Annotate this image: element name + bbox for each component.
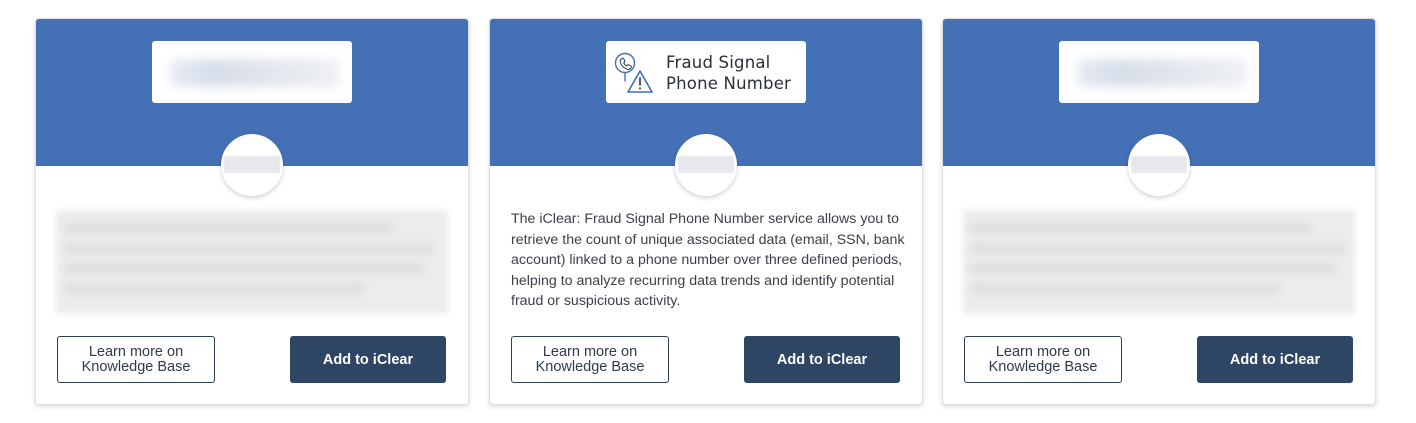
learn-more-button[interactable]: Learn more on Knowledge Base [964,336,1122,383]
service-avatar [221,134,283,196]
add-to-iclear-button[interactable]: Add to iClear [744,336,900,383]
blurred-description [56,210,448,314]
service-logo: Fraud Signal Phone Number [606,41,806,103]
service-card-1: Learn more on Knowledge Base Add to iCle… [35,18,469,405]
service-logo-title: Fraud Signal Phone Number [666,53,792,93]
service-avatar [675,134,737,196]
learn-more-button[interactable]: Learn more on Knowledge Base [511,336,669,383]
add-to-iclear-button[interactable]: Add to iClear [290,336,446,383]
service-logo-blurred [1059,41,1259,103]
blurred-description [963,210,1355,314]
service-card-3: Learn more on Knowledge Base Add to iCle… [942,18,1376,405]
service-description: The iClear: Fraud Signal Phone Number se… [511,211,905,309]
service-card-2: Fraud Signal Phone Number The iClear: Fra… [489,18,923,405]
add-to-iclear-button[interactable]: Add to iClear [1197,336,1353,383]
phone-warning-icon [614,52,653,93]
learn-more-button[interactable]: Learn more on Knowledge Base [57,336,215,383]
service-logo-blurred [152,41,352,103]
service-card-grid: Learn more on Knowledge Base Add to iCle… [0,0,1416,423]
service-avatar [1128,134,1190,196]
